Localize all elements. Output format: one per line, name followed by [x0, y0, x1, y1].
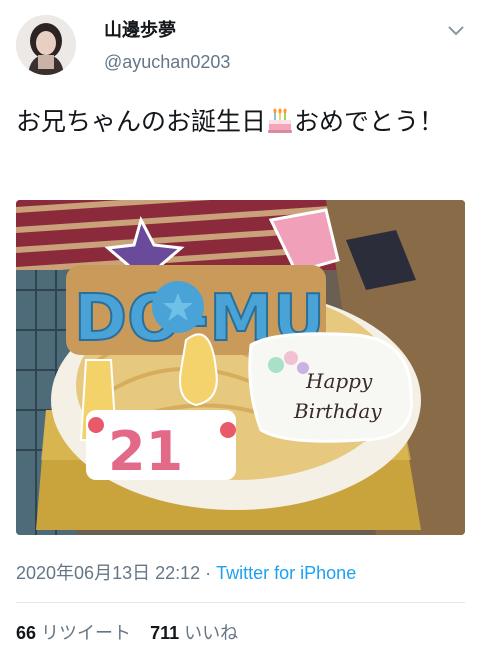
- birthday-cake-icon: [268, 108, 293, 133]
- tweet-photo[interactable]: DO-MU 21 Happy Birthday: [16, 200, 465, 535]
- meta-separator: ·: [200, 563, 217, 583]
- plaque-line2: Birthday: [293, 399, 382, 423]
- retweet-label[interactable]: リツイート: [41, 623, 131, 643]
- tweet-text-part2: おめでとう！: [294, 107, 445, 136]
- tweet-meta: 2020年06月13日 22:12 · Twitter for iPhone: [16, 559, 356, 585]
- cake-photo: DO-MU 21 Happy Birthday: [16, 200, 465, 535]
- tweet-text: お兄ちゃんのお誕生日 おめでとう！: [16, 103, 466, 141]
- client-link[interactable]: Twitter for iPhone: [216, 563, 356, 583]
- cookie-numbers: 21: [108, 420, 183, 483]
- avatar[interactable]: [16, 15, 76, 75]
- tweet-header: 山邊歩夢 @ayuchan0203: [0, 0, 480, 90]
- tweet-stats: 66 リツイート 711 いいね: [16, 619, 238, 645]
- display-name[interactable]: 山邊歩夢: [104, 16, 176, 42]
- avatar-image: [16, 15, 76, 75]
- like-label[interactable]: いいね: [184, 623, 238, 643]
- chevron-down-icon[interactable]: [447, 24, 465, 38]
- timestamp[interactable]: 2020年06月13日 22:12: [16, 563, 200, 583]
- like-count[interactable]: 711: [150, 623, 179, 643]
- user-handle[interactable]: @ayuchan0203: [104, 52, 230, 73]
- tweet-text-part1: お兄ちゃんのお誕生日: [16, 107, 267, 136]
- divider: [16, 602, 465, 603]
- plaque-line1: Happy: [305, 369, 373, 393]
- retweet-count[interactable]: 66: [16, 623, 36, 643]
